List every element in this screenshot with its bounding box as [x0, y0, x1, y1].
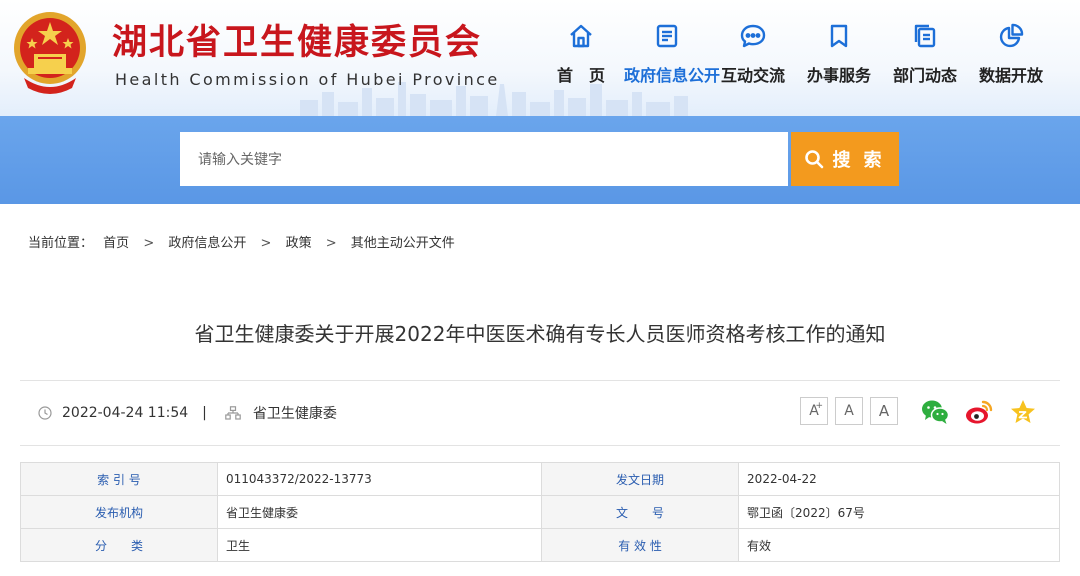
document-info-table: 索 引 号 011043372/2022-13773 发文日期 2022-04-…: [20, 462, 1060, 562]
font-smaller-button[interactable]: A: [870, 397, 898, 425]
info-label: 发布机构: [20, 495, 218, 529]
info-label: 文 号: [541, 495, 740, 529]
breadcrumb-item-other-files[interactable]: 其他主动公开文件: [351, 236, 455, 251]
article-title: 省卫生健康委关于开展2022年中医医术确有专长人员医师资格考核工作的通知: [194, 322, 886, 346]
nav-item-dept-news[interactable]: 部门动态: [882, 14, 968, 94]
info-label: 分 类: [20, 528, 218, 562]
article-meta: 2022-04-24 11:54 | 省卫生健康委 A + A A: [20, 380, 1060, 446]
nav-label-open-data: 数据开放: [978, 66, 1043, 85]
info-label: 发文日期: [541, 462, 740, 496]
breadcrumb-separator: >: [143, 236, 155, 251]
site-subtitle: Health Commission of Hubei Province: [115, 70, 500, 89]
info-label: 有 效 性: [541, 528, 740, 562]
info-value: 有效: [738, 528, 1060, 562]
font-size-controls: A + A A: [800, 397, 898, 425]
weibo-icon[interactable]: [964, 397, 994, 427]
copy-icon: [914, 24, 936, 48]
font-larger-button[interactable]: A +: [800, 397, 828, 425]
breadcrumb-separator: >: [325, 236, 337, 251]
main-content: 当前位置： 首页 > 政府信息公开 > 政策 > 其他主动公开文件 省卫生健康委…: [0, 204, 1080, 576]
info-value: 011043372/2022-13773: [216, 462, 543, 496]
nav-item-interaction[interactable]: 互动交流: [710, 14, 796, 94]
chat-icon: [740, 24, 766, 48]
breadcrumb-item-home[interactable]: 首页: [103, 236, 129, 251]
bookmark-icon: [830, 24, 848, 48]
search-band: 搜 索: [0, 116, 1080, 204]
info-label: 索 引 号: [20, 462, 218, 496]
site-title: 湖北省卫生健康委员会: [112, 22, 483, 63]
document-icon: [656, 24, 678, 48]
table-row: 分 类 卫生 有 效 性 有效: [20, 528, 1060, 562]
publish-datetime: 2022-04-24 11:54: [62, 405, 189, 421]
nav-label-gov-info: 政府信息公开: [624, 66, 721, 85]
site-header: 湖北省卫生健康委员会 Health Commission of Hubei Pr…: [0, 0, 1080, 116]
nav-item-services[interactable]: 办事服务: [796, 14, 882, 94]
table-row: 发布机构 省卫生健康委 文 号 鄂卫函〔2022〕67号: [20, 495, 1060, 529]
search-button[interactable]: 搜 索: [791, 132, 899, 186]
search-input[interactable]: [180, 132, 788, 186]
meta-info: 2022-04-24 11:54 | 省卫生健康委: [38, 403, 337, 423]
search-icon: [805, 150, 824, 169]
wechat-icon[interactable]: [920, 397, 950, 427]
organization-icon: [225, 406, 241, 420]
nav-item-open-data[interactable]: 数据开放: [968, 14, 1054, 94]
meta-divider: |: [202, 405, 207, 421]
nav-label-interaction: 互动交流: [720, 66, 785, 85]
home-icon: [570, 24, 592, 48]
nav-label-dept-news: 部门动态: [892, 66, 957, 85]
pie-chart-icon: [999, 23, 1024, 48]
main-nav: 首 页 政府信息公开 互动交流 办事服务 部门动态 数据开放: [538, 14, 1054, 94]
breadcrumb-prefix: 当前位置：: [28, 236, 94, 251]
table-row: 索 引 号 011043372/2022-13773 发文日期 2022-04-…: [20, 462, 1060, 496]
info-value: 2022-04-22: [738, 462, 1060, 496]
national-emblem-logo: [14, 12, 86, 94]
font-default-button[interactable]: A: [835, 397, 863, 425]
breadcrumb-separator: >: [260, 236, 272, 251]
breadcrumb-item-policy[interactable]: 政策: [286, 236, 312, 251]
nav-item-home[interactable]: 首 页: [538, 14, 624, 94]
breadcrumb-item-gov-info[interactable]: 政府信息公开: [168, 236, 246, 251]
publisher: 省卫生健康委: [252, 406, 337, 422]
nav-label-home: 首 页: [556, 66, 605, 85]
clock-icon: [38, 406, 52, 420]
nav-item-gov-info[interactable]: 政府信息公开: [624, 14, 721, 94]
info-value: 卫生: [216, 528, 543, 562]
info-value: 省卫生健康委: [216, 495, 543, 529]
breadcrumb: 当前位置： 首页 > 政府信息公开 > 政策 > 其他主动公开文件: [28, 232, 461, 251]
share-buttons: [920, 397, 1038, 427]
info-value: 鄂卫函〔2022〕67号: [738, 495, 1060, 529]
nav-label-services: 办事服务: [806, 66, 871, 85]
favorite-icon[interactable]: [1008, 397, 1038, 427]
search-button-label: 搜 索: [832, 150, 886, 170]
